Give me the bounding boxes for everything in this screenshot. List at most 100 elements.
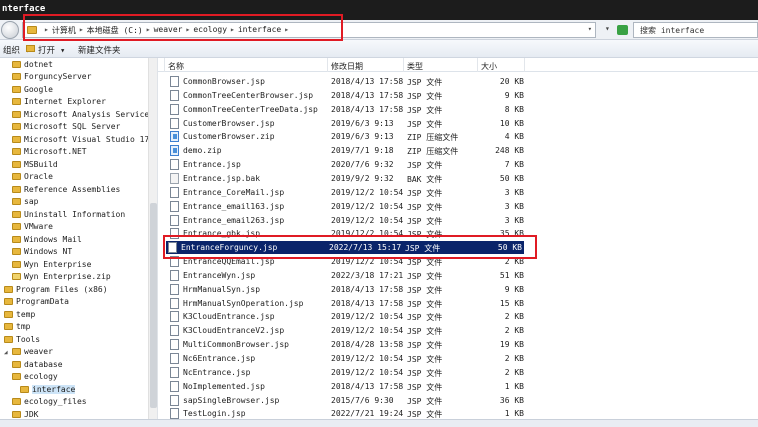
file-row[interactable]: EntranceQQEmail.jsp 2019/12/2 10:54 JSP 文件… xyxy=(168,255,758,268)
file-row[interactable]: NcEntrance.jsp 2019/12/2 10:54 JSP 文件 2 KB xyxy=(168,366,758,379)
tree-item[interactable]: sap xyxy=(12,197,38,209)
new-folder-button[interactable]: 新建文件夹 xyxy=(78,44,121,56)
tree-item[interactable]: ecology xyxy=(12,372,58,384)
file-row[interactable]: NoImplemented.jsp 2018/4/13 17:58 JSP 文件 1 … xyxy=(168,380,758,393)
tree-item[interactable]: tmp xyxy=(4,322,30,334)
scrollbar-thumb[interactable] xyxy=(150,203,157,408)
back-button[interactable] xyxy=(1,21,19,39)
tree-item[interactable]: Windows NT xyxy=(12,247,72,259)
file-size: 36 KB xyxy=(499,395,524,405)
tree-item-label: ecology_files xyxy=(24,397,87,406)
folder-icon xyxy=(12,98,21,105)
tree-item[interactable]: Reference Assemblies xyxy=(12,185,120,197)
tree-item[interactable]: MSBuild xyxy=(12,160,58,172)
folder-icon xyxy=(12,373,21,380)
tree-item[interactable]: dotnet xyxy=(12,60,53,72)
file-name: CommonTreeCenterTreeData.jsp xyxy=(183,104,318,114)
tree-item[interactable]: VMware xyxy=(12,222,53,234)
tree-item[interactable]: Windows Mail xyxy=(12,235,82,247)
file-row[interactable]: Entrance_email163.jsp 2019/12/2 10:54 JSP … xyxy=(168,200,758,213)
file-row[interactable]: K3CloudEntranceV2.jsp 2019/12/2 10:54 JSP … xyxy=(168,324,758,337)
folder-icon xyxy=(12,73,21,80)
file-row[interactable]: HrmManualSyn.jsp 2018/4/13 17:58 JSP 文件 9 K… xyxy=(168,283,758,296)
jsp-file-icon xyxy=(170,380,179,392)
file-row[interactable]: CommonBrowser.jsp 2018/4/13 17:58 JSP 文件 20… xyxy=(168,75,758,88)
address-bar[interactable]: ▸ 计算机 ▸ 本地磁盘 (C:) ▸ weaver ▸ ecology ▸ i… xyxy=(22,22,596,38)
tree-item[interactable]: Oracle xyxy=(12,172,53,184)
toolbar: 组织 ▾ 打开 ▾ 新建文件夹 xyxy=(0,40,758,58)
tree-item-label: tmp xyxy=(16,322,31,331)
tree-item[interactable]: temp xyxy=(4,310,35,322)
file-name: sapSingleBrowser.jsp xyxy=(183,395,280,405)
tree-item[interactable]: Microsoft Visual Studio 17.0 xyxy=(12,135,158,147)
header-type[interactable]: 类型 xyxy=(404,58,478,72)
header-name[interactable]: 名称 xyxy=(165,58,328,72)
expand-arrow-icon[interactable]: ◢ xyxy=(4,349,11,356)
tree-item[interactable]: ◢ weaver xyxy=(4,347,53,359)
tree-item[interactable]: ForguncyServer xyxy=(12,72,91,84)
file-size: 248 KB xyxy=(495,146,524,156)
navigation-tree: dotnet ForguncyServer Google Internet Explo… xyxy=(0,58,158,427)
tree-item[interactable]: Wyn Enterprise xyxy=(12,260,91,272)
file-row[interactable]: K3CloudEntrance.jsp 2019/12/2 10:54 JSP 文件… xyxy=(168,310,758,323)
tree-item[interactable]: ecology_files xyxy=(12,397,87,409)
file-row[interactable]: CommonTreeCenterTreeData.jsp 2018/4/13 17… xyxy=(168,103,758,116)
file-row[interactable]: CustomerBrowser.zip 2019/6/3 9:13 ZIP 压缩文件… xyxy=(168,130,758,143)
chevron-down-icon: ▾ xyxy=(605,24,610,33)
file-row[interactable]: HrmManualSynOperation.jsp 2018/4/13 17:58… xyxy=(168,297,758,310)
file-row[interactable]: Entrance.jsp.bak 2019/9/2 9:32 BAK 文件 50 KB xyxy=(168,172,758,185)
tree-item[interactable]: Wyn Enterprise.zip xyxy=(12,272,111,284)
search-input[interactable]: 搜索 interface xyxy=(633,22,758,38)
tree-item[interactable]: Tools xyxy=(4,335,40,347)
breadcrumb-local-disk[interactable]: 本地磁盘 (C:) xyxy=(87,25,143,36)
tree-item[interactable]: Program Files (x86) xyxy=(4,285,108,297)
tree-item[interactable]: Microsoft SQL Server xyxy=(12,122,120,134)
file-type: ZIP 压缩文件 xyxy=(407,147,459,157)
file-row[interactable]: CommonTreeCenterBrowser.jsp 2018/4/13 17:… xyxy=(168,89,758,102)
tree-item[interactable]: ProgramData xyxy=(4,297,69,309)
tree-item-label: ForguncyServer xyxy=(24,72,92,81)
file-name: Entrance_gbk.jsp xyxy=(183,229,261,239)
header-size[interactable]: 大小 xyxy=(478,58,525,72)
file-name: EntranceWyn.jsp xyxy=(183,270,256,280)
tree-item[interactable]: Uninstall Information xyxy=(12,210,125,222)
file-size: 15 KB xyxy=(499,298,524,308)
tree-item[interactable]: Microsoft Analysis Services xyxy=(12,110,154,122)
file-date: 2019/12/2 10:54 xyxy=(331,367,404,377)
tree-item[interactable]: Google xyxy=(12,85,53,97)
refresh-button[interactable]: ▾ xyxy=(599,22,629,38)
file-row[interactable]: Entrance_CoreMail.jsp 2019/12/2 10:54 JSP … xyxy=(168,186,758,199)
file-name: CustomerBrowser.jsp xyxy=(183,118,275,128)
file-row[interactable]: EntranceWyn.jsp 2022/3/18 17:21 JSP 文件 51 K… xyxy=(168,269,758,282)
chevron-down-icon[interactable]: ▾ xyxy=(588,25,592,33)
file-name: MultiCommonBrowser.jsp xyxy=(183,340,289,350)
tree-scrollbar[interactable] xyxy=(148,58,157,419)
jsp-file-icon xyxy=(170,76,179,87)
file-size: 1 KB xyxy=(504,409,524,419)
breadcrumb-ecology[interactable]: ecology xyxy=(193,25,227,36)
breadcrumb-weaver[interactable]: weaver xyxy=(154,25,183,36)
breadcrumb-computer[interactable]: 计算机 xyxy=(52,25,76,36)
tree-item[interactable]: Internet Explorer xyxy=(12,97,106,109)
title-bar: nterface xyxy=(0,0,758,20)
file-row[interactable]: Entrance.jsp 2020/7/6 9:32 JSP 文件 7 KB xyxy=(168,158,758,171)
file-row[interactable]: EntranceForguncy.jsp 2022/7/13 15:17 JSP 文… xyxy=(166,241,524,255)
tree-item[interactable]: database xyxy=(12,360,63,372)
file-row[interactable]: MultiCommonBrowser.jsp 2018/4/28 13:58 JSP… xyxy=(168,338,758,351)
file-type: JSP 文件 xyxy=(407,161,443,171)
jsp-file-icon xyxy=(168,242,177,254)
file-row[interactable]: CustomerBrowser.jsp 2019/6/3 9:13 JSP 文件 10… xyxy=(168,117,758,130)
column-header-row: 名称 修改日期 类型 大小 xyxy=(158,58,758,72)
breadcrumb-interface[interactable]: interface xyxy=(238,25,281,36)
open-button[interactable]: 打开 ▾ xyxy=(38,44,65,56)
tree-item[interactable]: interface xyxy=(20,385,76,397)
file-row[interactable]: demo.zip 2019/7/1 9:18 ZIP 压缩文件 248 KB xyxy=(168,144,758,157)
folder-icon xyxy=(12,186,21,193)
tree-item[interactable]: Microsoft.NET xyxy=(12,147,87,159)
file-row[interactable]: sapSingleBrowser.jsp 2015/7/6 9:30 JSP 文件 3… xyxy=(168,394,758,407)
file-row[interactable]: Entrance_gbk.jsp 2019/12/2 10:54 JSP 文件 35 … xyxy=(168,227,758,240)
file-row[interactable]: Entrance_email263.jsp 2019/12/2 10:54 JSP … xyxy=(168,214,758,227)
file-row[interactable]: Nc6Entrance.jsp 2019/12/2 10:54 JSP 文件 2 KB xyxy=(168,352,758,365)
jsp-file-icon xyxy=(170,325,179,337)
header-date[interactable]: 修改日期 xyxy=(328,58,404,72)
